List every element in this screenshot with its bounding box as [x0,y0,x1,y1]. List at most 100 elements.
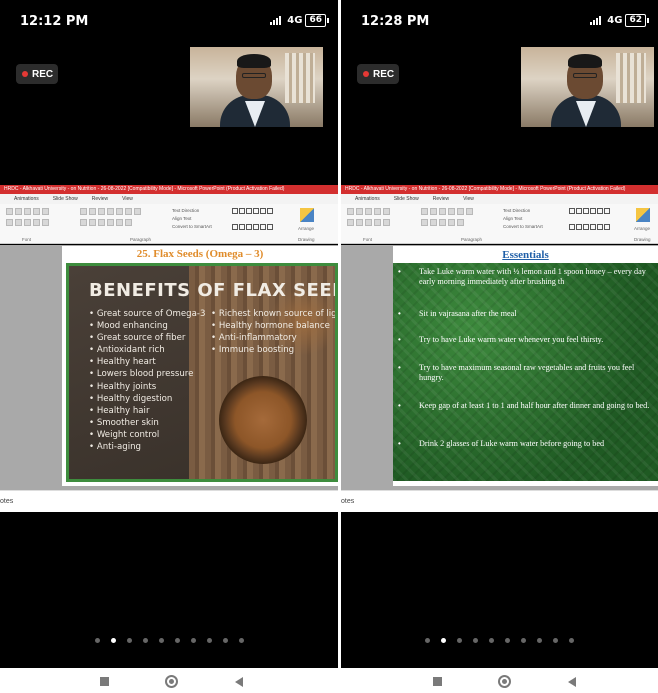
notes-pane[interactable]: otes [341,490,658,512]
text-direction-button[interactable]: Text Direction [503,207,543,215]
status-icons: 4G 62 [590,14,649,27]
text-direction-button[interactable]: Text Direction [172,207,212,215]
seed-bowl [219,376,307,464]
clock: 12:28 PM [361,14,430,29]
page-dot[interactable] [489,638,494,643]
page-dot[interactable] [142,638,148,643]
page-indicator [341,638,658,648]
page-dot[interactable] [222,638,228,643]
page-dot[interactable] [457,638,462,643]
page-dot[interactable] [190,638,196,643]
page-dot[interactable] [206,638,212,643]
page-dot[interactable] [174,638,180,643]
speaker-glasses [242,73,266,78]
align-text-button[interactable]: Align Text [172,215,212,223]
notes-pane[interactable]: otes [0,490,338,512]
benefit-item: Great source of Omega-3 [89,308,206,320]
clock: 12:12 PM [20,14,89,29]
menu-animations[interactable]: Animations [355,196,380,202]
home-circle-icon[interactable] [498,675,511,688]
page-dot[interactable] [537,638,542,643]
record-dot-icon [22,71,28,77]
arrange-icon[interactable] [300,208,314,222]
recents-square-icon[interactable] [100,677,109,686]
benefit-item: Weight control [89,429,205,441]
speaker-hair [237,54,271,68]
network-label: 4G [607,15,623,26]
benefit-item: Healthy joints [89,381,205,393]
menu-slide-show[interactable]: Slide Show [53,196,78,202]
benefit-item: Immune boosting [211,344,335,356]
status-bar: 12:12 PM 4G 66 [0,0,338,40]
essentials-item: Drink 2 glasses of Luke warm water befor… [398,439,656,449]
font-group-label: Font [363,237,373,242]
page-dot[interactable] [553,638,558,643]
essentials-item: Try to have Luke warm water whenever you… [398,335,656,345]
menu-slide-show[interactable]: Slide Show [394,196,419,202]
arrange-label: Arrange [634,226,651,231]
page-dot[interactable] [505,638,510,643]
benefit-item: Healthy hair [89,405,205,417]
menu-view[interactable]: View [122,196,133,202]
benefit-item: Antioxidant rich [89,344,205,356]
phone-screen-left: 12:12 PM 4G 66 REC HRDC - Alkhavati Univ… [0,0,338,693]
font-group-label: Font [22,237,32,242]
powerpoint-menubar: Animations Slide Show Review View [341,194,658,204]
back-triangle-icon[interactable] [568,677,576,687]
font-group [347,208,397,238]
essentials-item: Take Luke warm water with ½ lemon and 1 … [398,267,656,286]
recents-square-icon[interactable] [433,677,442,686]
participant-video[interactable] [190,47,323,127]
participant-video[interactable] [521,47,654,127]
page-dot[interactable] [425,638,430,643]
powerpoint-ribbon: Font Text Direction Align Text Convert t… [341,204,658,244]
page-dot[interactable] [158,638,164,643]
benefits-heading: BENEFITS OF FLAX SEEDS [89,280,338,301]
benefit-item: Healthy hormone balance [211,320,335,332]
align-text-button[interactable]: Align Text [503,215,543,223]
benefits-list-b: Richest known source of lig Healthy horm… [211,308,335,356]
android-nav-bar [0,668,658,693]
slide-title: Essentials [502,249,549,261]
essentials-item: Keep gap of at least 1 to 1 and half hou… [398,401,656,411]
benefit-item: Richest known source of lig [211,308,335,320]
text-tools: Text Direction Align Text Convert to Sma… [172,207,212,231]
convert-smartart-button[interactable]: Convert to SmartArt [503,223,543,231]
benefit-item: Healthy digestion [89,393,205,405]
powerpoint-titlebar: HRDC - Alkhavati University - on Nutriti… [341,185,658,194]
menu-review[interactable]: Review [92,196,108,202]
page-dot[interactable] [473,638,478,643]
status-bar: 12:28 PM 4G 62 [341,0,658,40]
back-triangle-icon[interactable] [235,677,243,687]
page-dot-active[interactable] [441,638,446,643]
battery-icon: 66 [305,14,329,27]
powerpoint-titlebar: HRDC - Alkhavati University - on Nutriti… [0,185,338,194]
convert-smartart-button[interactable]: Convert to SmartArt [172,223,212,231]
arrange-label: Arrange [298,226,315,231]
signal-icon [270,16,284,25]
menu-animations[interactable]: Animations [14,196,39,202]
essentials-item: Try to have maximum seasonal raw vegetab… [398,363,656,382]
shapes-gallery[interactable] [232,208,273,238]
page-dot[interactable] [238,638,244,643]
window-blinds [285,53,315,103]
slide-flax-seeds[interactable]: 25. Flax Seeds (Omega – 3) BENEFITS OF F… [62,246,338,486]
paragraph-group [421,208,501,238]
page-dot[interactable] [569,638,574,643]
paragraph-group-label: Paragraph [461,237,483,242]
menu-review[interactable]: Review [433,196,449,202]
arrange-icon[interactable] [636,208,650,222]
page-dot-active[interactable] [110,638,116,643]
page-dot[interactable] [126,638,132,643]
benefit-item: Smoother skin [89,417,205,429]
menu-view[interactable]: View [463,196,474,202]
shapes-gallery[interactable] [569,208,610,238]
record-dot-icon [363,71,369,77]
home-circle-icon[interactable] [165,675,178,688]
benefit-item: Mood enhancing [89,320,205,332]
window-blinds [616,53,646,103]
page-dot[interactable] [521,638,526,643]
battery-level: 62 [629,15,642,25]
slide-essentials[interactable]: Essentials Take Luke warm water with ½ l… [393,246,658,486]
page-dot[interactable] [94,638,100,643]
